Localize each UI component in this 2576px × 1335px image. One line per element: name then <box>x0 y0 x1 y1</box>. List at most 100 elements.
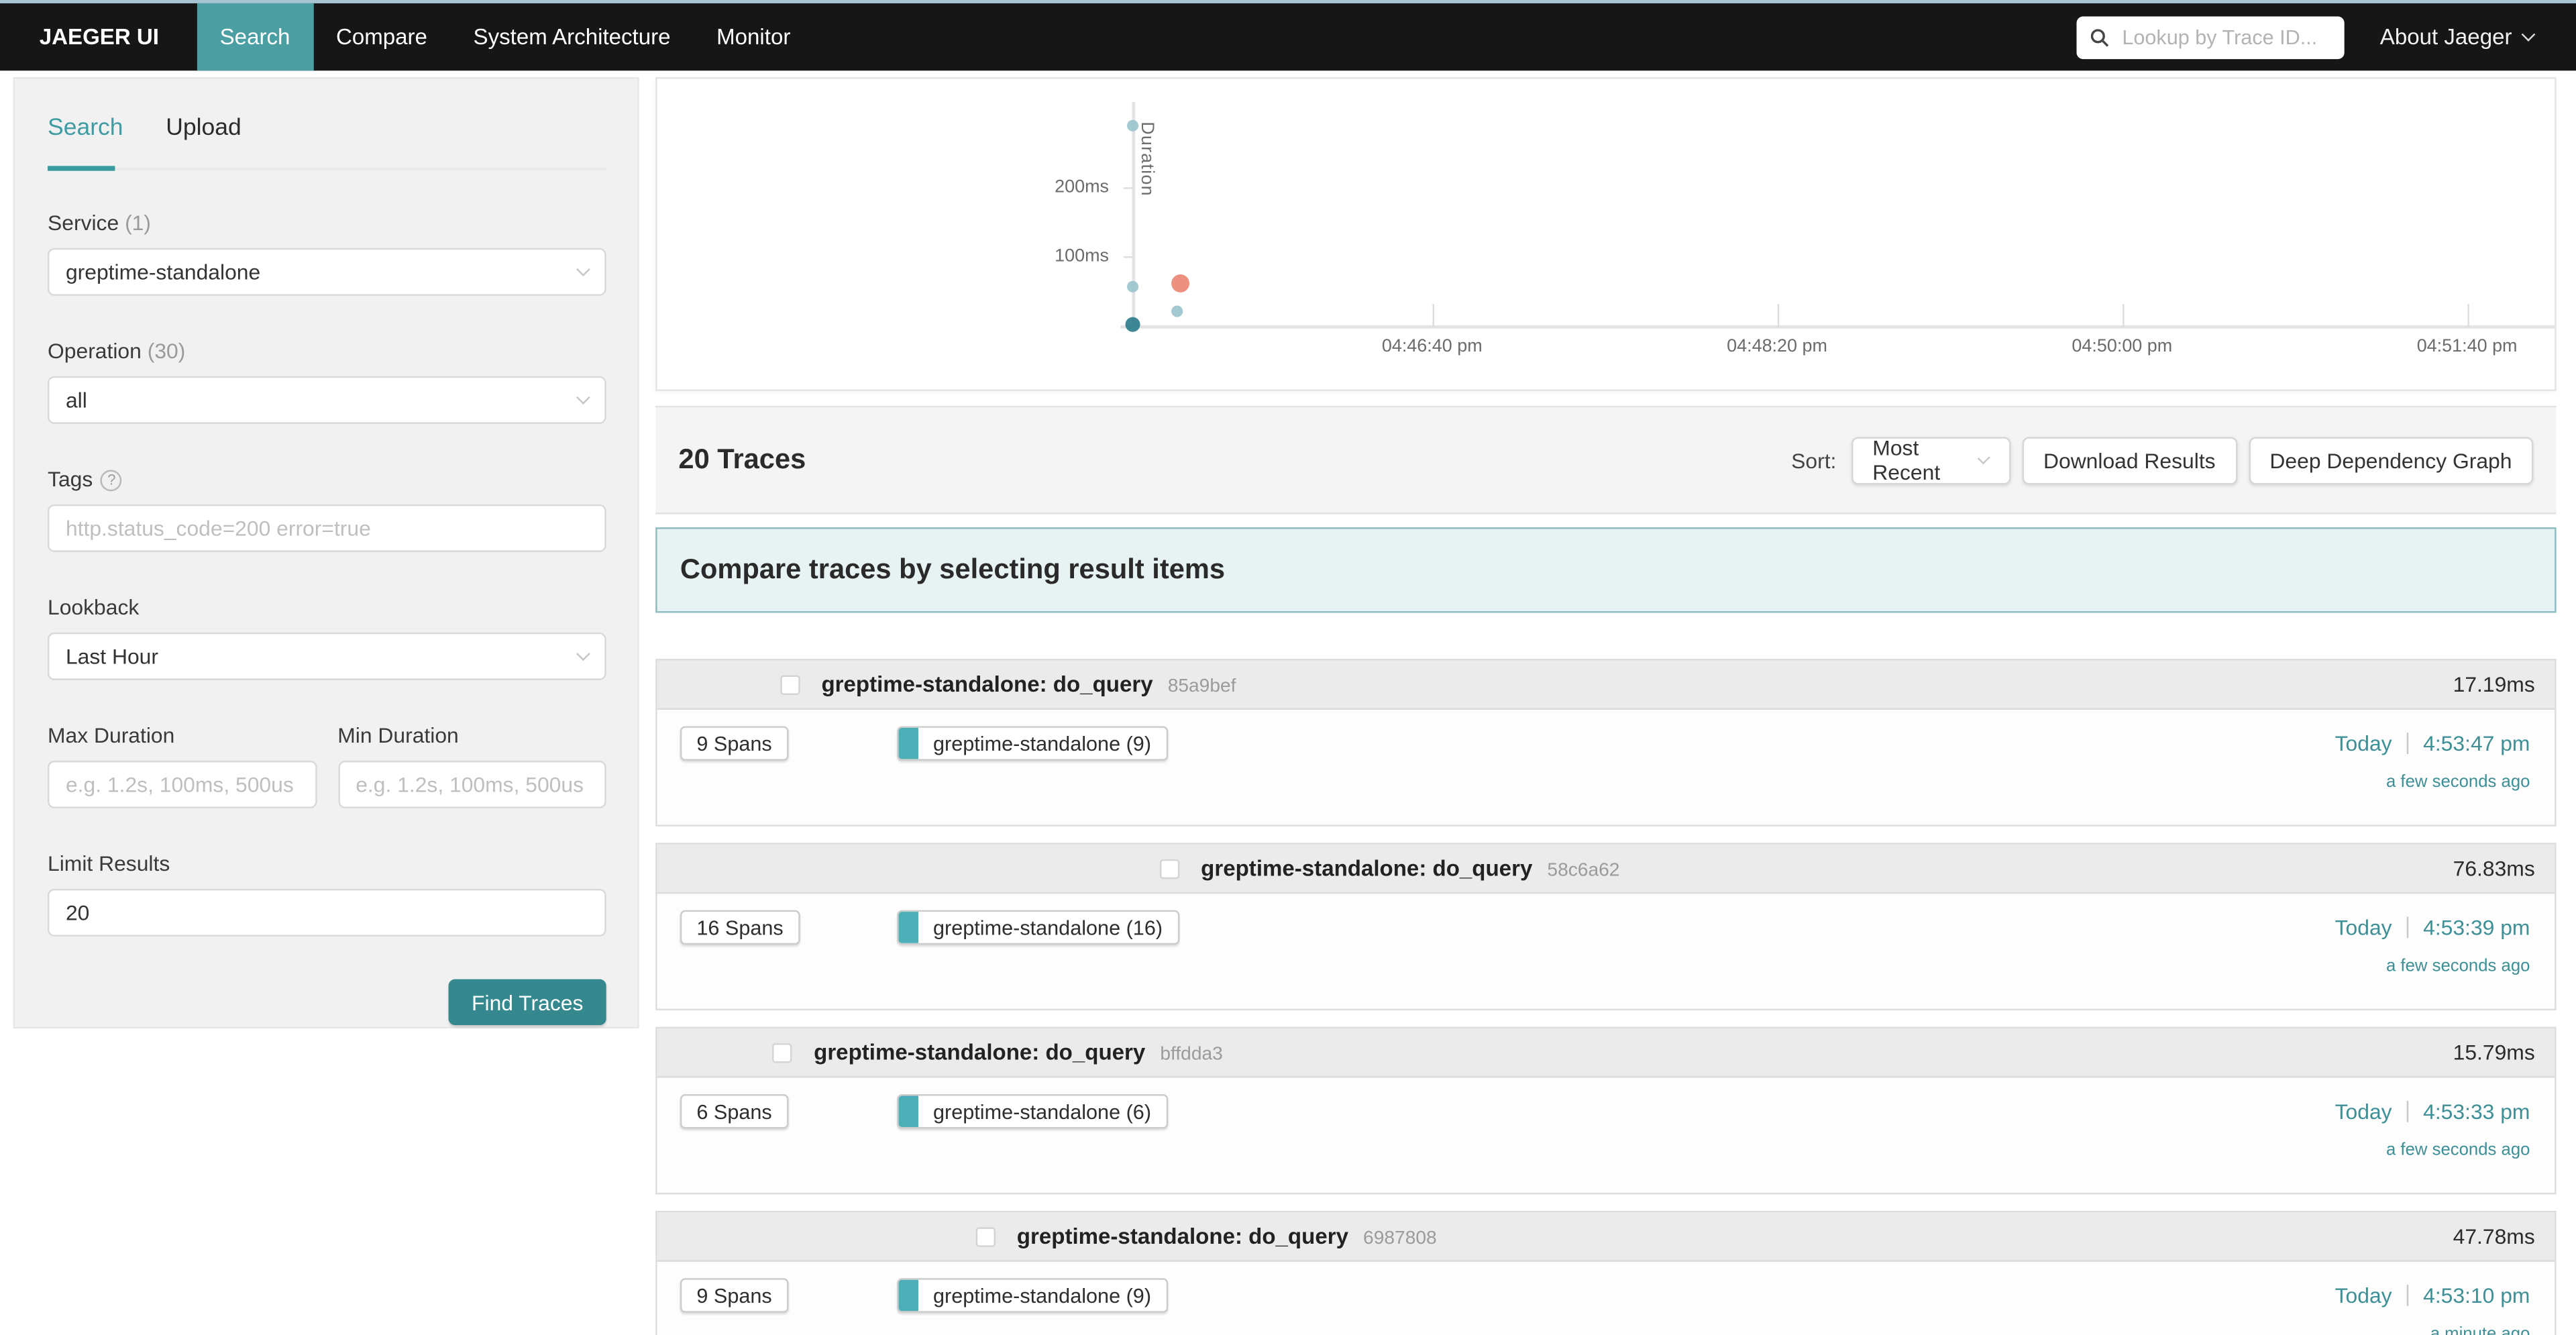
trace-day-link[interactable]: Today <box>2335 1099 2392 1124</box>
lookback-value: Last Hour <box>66 644 158 669</box>
trace-relative-time: a minute ago <box>2335 1324 2530 1335</box>
trace-clock-link[interactable]: 4:53:33 pm <box>2423 1099 2530 1124</box>
trace-time: Today 4:53:10 pm a minute ago <box>2335 1283 2530 1335</box>
active-tab-inkbar <box>48 166 115 170</box>
duration-group: Max Duration Min Duration <box>48 723 606 808</box>
x-tick <box>1432 304 1434 327</box>
trace-result-header[interactable]: greptime-standalone: do_query85a9bef 17.… <box>657 660 2555 709</box>
y-tick <box>1124 256 1134 258</box>
scatter-dot[interactable] <box>1124 317 1139 331</box>
trace-id: 6987808 <box>1363 1229 1437 1248</box>
nav-item-search[interactable]: Search <box>197 3 313 70</box>
trace-clock-link[interactable]: 4:53:10 pm <box>2423 1283 2530 1308</box>
lookback-group: Lookback Last Hour <box>48 595 606 680</box>
nav-item-compare[interactable]: Compare <box>313 3 451 70</box>
nav-right: About Jaeger <box>2076 3 2576 70</box>
trace-select-checkbox[interactable] <box>773 1043 792 1062</box>
trace-result-row[interactable]: greptime-standalone: do_query85a9bef 17.… <box>655 659 2556 826</box>
sort-select[interactable]: Most Recent <box>1851 436 2010 484</box>
trace-title: greptime-standalone: do_querybffdda3 <box>814 1040 1223 1065</box>
y-axis-line <box>1132 102 1134 327</box>
chevron-down-icon <box>2522 28 2536 42</box>
scatter-dot[interactable] <box>1171 275 1189 293</box>
service-tag-label: greptime-standalone (9) <box>918 1284 1166 1307</box>
sort-value: Most Recent <box>1872 435 1980 484</box>
compare-banner: Compare traces by selecting result items <box>655 527 2556 612</box>
trace-result-row[interactable]: greptime-standalone: do_query58c6a62 76.… <box>655 843 2556 1010</box>
trace-relative-time: a few seconds ago <box>2335 956 2530 975</box>
tab-upload[interactable]: Upload <box>166 115 241 167</box>
y-tick-label: 200ms <box>977 177 1109 197</box>
tags-input[interactable] <box>48 504 606 552</box>
trace-time: Today 4:53:39 pm a few seconds ago <box>2335 915 2530 976</box>
trace-result-header[interactable]: greptime-standalone: do_query58c6a62 76.… <box>657 845 2555 894</box>
trace-time: Today 4:53:33 pm a few seconds ago <box>2335 1099 2530 1160</box>
x-axis-line <box>1120 325 2556 329</box>
scatter-dot[interactable] <box>1126 119 1138 131</box>
download-results-button[interactable]: Download Results <box>2022 436 2237 484</box>
x-tick-label: 04:51:40 pm <box>2393 337 2540 356</box>
service-tag: greptime-standalone (9) <box>897 726 1167 760</box>
min-duration-input[interactable] <box>337 761 606 808</box>
top-navbar: JAEGER UI Search Compare System Architec… <box>0 3 2576 70</box>
question-mark-circle-icon[interactable]: ? <box>101 469 123 490</box>
trace-clock-link[interactable]: 4:53:47 pm <box>2423 731 2530 756</box>
trace-duration: 17.19ms <box>2453 672 2555 697</box>
trace-result-row[interactable]: greptime-standalone: do_query6987808 47.… <box>655 1211 2556 1335</box>
service-select[interactable]: greptime-standalone <box>48 248 606 296</box>
trace-relative-time: a few seconds ago <box>2335 772 2530 792</box>
nav-item-system-architecture[interactable]: System Architecture <box>450 3 694 70</box>
trace-id: 85a9bef <box>1168 677 1236 696</box>
span-count-tag: 6 Spans <box>680 1094 788 1128</box>
trace-result-body: 9 Spans greptime-standalone (9) Today 4:… <box>657 1262 2555 1335</box>
find-traces-button[interactable]: Find Traces <box>449 979 606 1026</box>
about-jaeger-menu[interactable]: About Jaeger <box>2380 25 2534 50</box>
tags-label: Tags <box>48 467 93 492</box>
deep-dependency-graph-button[interactable]: Deep Dependency Graph <box>2249 436 2534 484</box>
trace-select-checkbox[interactable] <box>1160 859 1179 878</box>
about-jaeger-label: About Jaeger <box>2380 25 2512 50</box>
trace-day-link[interactable]: Today <box>2335 731 2392 756</box>
service-tag-label: greptime-standalone (16) <box>918 916 1177 939</box>
trace-day-link[interactable]: Today <box>2335 915 2392 940</box>
x-tick-label: 04:48:20 pm <box>1703 337 1851 356</box>
scatter-dot[interactable] <box>1171 305 1183 317</box>
trace-lookup <box>2076 15 2344 58</box>
operation-select[interactable]: all <box>48 376 606 424</box>
trace-duration: 47.78ms <box>2453 1224 2555 1248</box>
trace-result-header[interactable]: greptime-standalone: do_querybffdda3 15.… <box>657 1028 2555 1077</box>
service-tag: greptime-standalone (16) <box>897 910 1179 945</box>
x-tick <box>1777 304 1778 327</box>
nav-item-monitor[interactable]: Monitor <box>694 3 814 70</box>
trace-result-row[interactable]: greptime-standalone: do_querybffdda3 15.… <box>655 1027 2556 1195</box>
app: JAEGER UI Search Compare System Architec… <box>0 0 2576 1335</box>
trace-result-body: 16 Spans greptime-standalone (16) Today … <box>657 894 2555 1008</box>
lookback-label: Lookback <box>48 595 606 620</box>
chevron-down-icon <box>576 390 590 405</box>
trace-id: bffdda3 <box>1160 1045 1222 1065</box>
trace-lookup-input[interactable] <box>2118 24 2330 50</box>
trace-result-header[interactable]: greptime-standalone: do_query6987808 47.… <box>657 1212 2555 1261</box>
trace-clock-link[interactable]: 4:53:39 pm <box>2423 915 2530 940</box>
divider <box>2407 733 2408 754</box>
service-count: (1) <box>125 210 151 235</box>
scatter-dot[interactable] <box>1126 280 1138 292</box>
limit-results-label: Limit Results <box>48 851 606 876</box>
max-duration-label: Max Duration <box>48 723 316 748</box>
app-logo[interactable]: JAEGER UI <box>0 3 197 70</box>
trace-select-checkbox[interactable] <box>976 1226 996 1246</box>
service-tag-label: greptime-standalone (6) <box>918 1100 1166 1123</box>
duration-scatter-chart: Duration Time 04:46:40 pm04:48:20 pm04:5… <box>655 77 2556 391</box>
trace-select-checkbox[interactable] <box>780 674 800 694</box>
trace-day-link[interactable]: Today <box>2335 1283 2392 1308</box>
divider <box>2407 1101 2408 1122</box>
x-tick <box>2467 304 2469 327</box>
max-duration-input[interactable] <box>48 761 316 808</box>
limit-results-input[interactable] <box>48 889 606 937</box>
service-color-swatch <box>899 1280 918 1312</box>
lookback-select[interactable]: Last Hour <box>48 633 606 680</box>
span-count-tag: 9 Spans <box>680 1278 788 1312</box>
service-value: greptime-standalone <box>66 260 260 284</box>
y-tick-label: 100ms <box>977 246 1109 266</box>
tab-search[interactable]: Search <box>48 115 123 167</box>
